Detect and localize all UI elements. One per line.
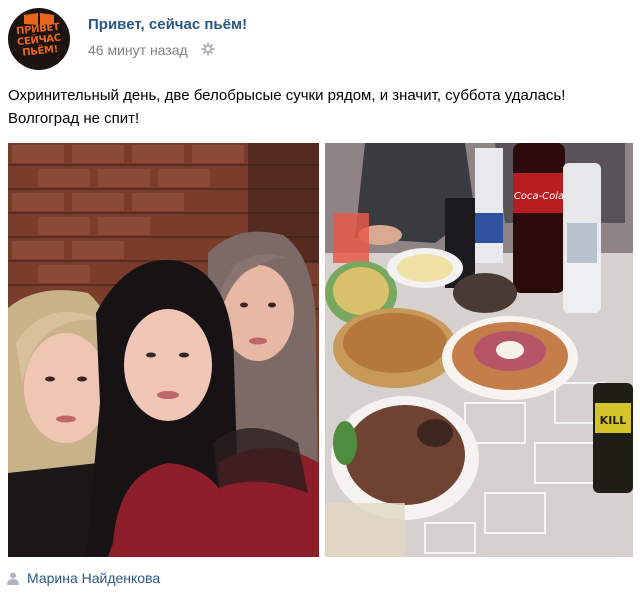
post-text-line: Волгоград не спит! <box>8 110 140 127</box>
photo-selfie[interactable] <box>8 143 319 557</box>
group-name-link[interactable]: Привет, сейчас пьём! <box>88 16 247 33</box>
can-label: KILL <box>600 414 627 427</box>
post-author-link[interactable]: Марина Найденкова <box>27 570 160 586</box>
cola-label: Coca-Cola <box>514 191 564 202</box>
group-avatar[interactable]: ПРИВЕТ СЕЙЧАС ПЬЁМ! <box>8 8 70 70</box>
table-image: Coca-Cola KILL <box>325 143 633 557</box>
post-text-line: Охринительный день, две белобрысые сучки… <box>8 87 566 104</box>
photo-table[interactable]: Coca-Cola KILL <box>325 143 633 557</box>
selfie-image <box>8 143 319 557</box>
person-icon <box>7 572 19 585</box>
gear-icon[interactable] <box>201 42 215 56</box>
wall-post: ПРИВЕТ СЕЙЧАС ПЬЁМ! Привет, сейчас пьём!… <box>0 0 640 604</box>
post-text: Охринительный день, две белобрысые сучки… <box>8 84 632 130</box>
avatar-logo-text: ПРИВЕТ СЕЙЧАС ПЬЁМ! <box>8 21 70 60</box>
post-timestamp[interactable]: 46 минут назад <box>88 42 188 58</box>
